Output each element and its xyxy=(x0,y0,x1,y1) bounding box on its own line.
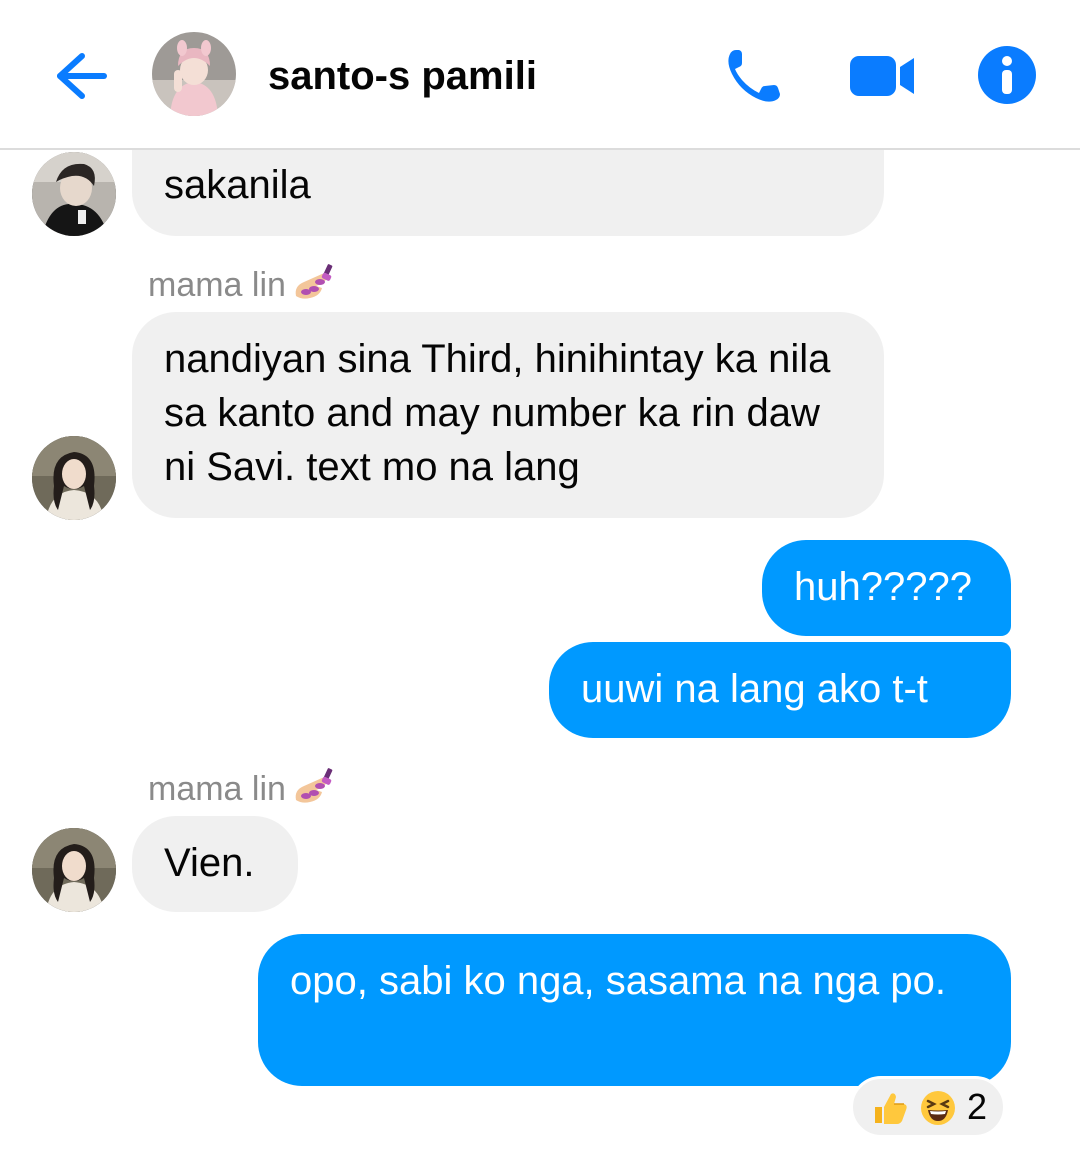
message-bubble-incoming[interactable]: nandiyan sina Third, hinihintay ka nila … xyxy=(132,312,884,518)
avatar[interactable] xyxy=(32,152,116,236)
conversation-header: santo-s pamili xyxy=(0,0,1080,150)
sender-name: mama lin xyxy=(148,766,336,815)
avatar[interactable] xyxy=(32,436,116,520)
message-text: Vien. xyxy=(164,841,255,885)
info-button[interactable] xyxy=(976,44,1038,106)
voice-call-button[interactable] xyxy=(722,44,786,108)
nail-polish-emoji-icon xyxy=(292,766,336,815)
nail-polish-emoji-icon xyxy=(292,262,336,311)
message-bubble-outgoing[interactable]: uuwi na lang ako t-t xyxy=(549,642,1011,738)
thumbs-up-emoji-icon xyxy=(871,1089,909,1132)
avatar[interactable] xyxy=(32,828,116,912)
sender-name: mama lin xyxy=(148,262,336,311)
message-text: opo, sabi ko nga, sasama na nga po. xyxy=(290,959,947,1003)
message-text: huh????? xyxy=(794,565,972,609)
conversation-title[interactable]: santo-s pamili xyxy=(268,52,537,100)
group-avatar[interactable] xyxy=(152,32,236,116)
sender-name-text: mama lin xyxy=(148,266,286,304)
sender-name-text: mama lin xyxy=(148,770,286,808)
reactions-pill[interactable]: 2 xyxy=(850,1076,1006,1138)
message-bubble-outgoing[interactable]: huh????? xyxy=(762,540,1011,636)
back-button[interactable] xyxy=(48,46,112,106)
message-text: nandiyan sina Third, hinihintay ka nila … xyxy=(164,337,831,489)
back-arrow-icon xyxy=(48,53,112,110)
message-text: uuwi na lang ako t-t xyxy=(581,667,928,711)
laughing-emoji-icon xyxy=(919,1089,957,1132)
message-text: sakanila xyxy=(164,163,311,207)
video-call-button[interactable] xyxy=(848,50,916,102)
info-icon xyxy=(976,46,1038,110)
message-bubble-incoming[interactable]: Vien. xyxy=(132,816,298,912)
phone-icon xyxy=(722,50,786,112)
reaction-count: 2 xyxy=(967,1086,988,1127)
message-thread: sakanila mama lin nandiyan sina Third, h… xyxy=(0,0,1080,1160)
message-bubble-outgoing[interactable]: opo, sabi ko nga, sasama na nga po. xyxy=(258,934,1011,1086)
video-camera-icon xyxy=(848,56,916,106)
